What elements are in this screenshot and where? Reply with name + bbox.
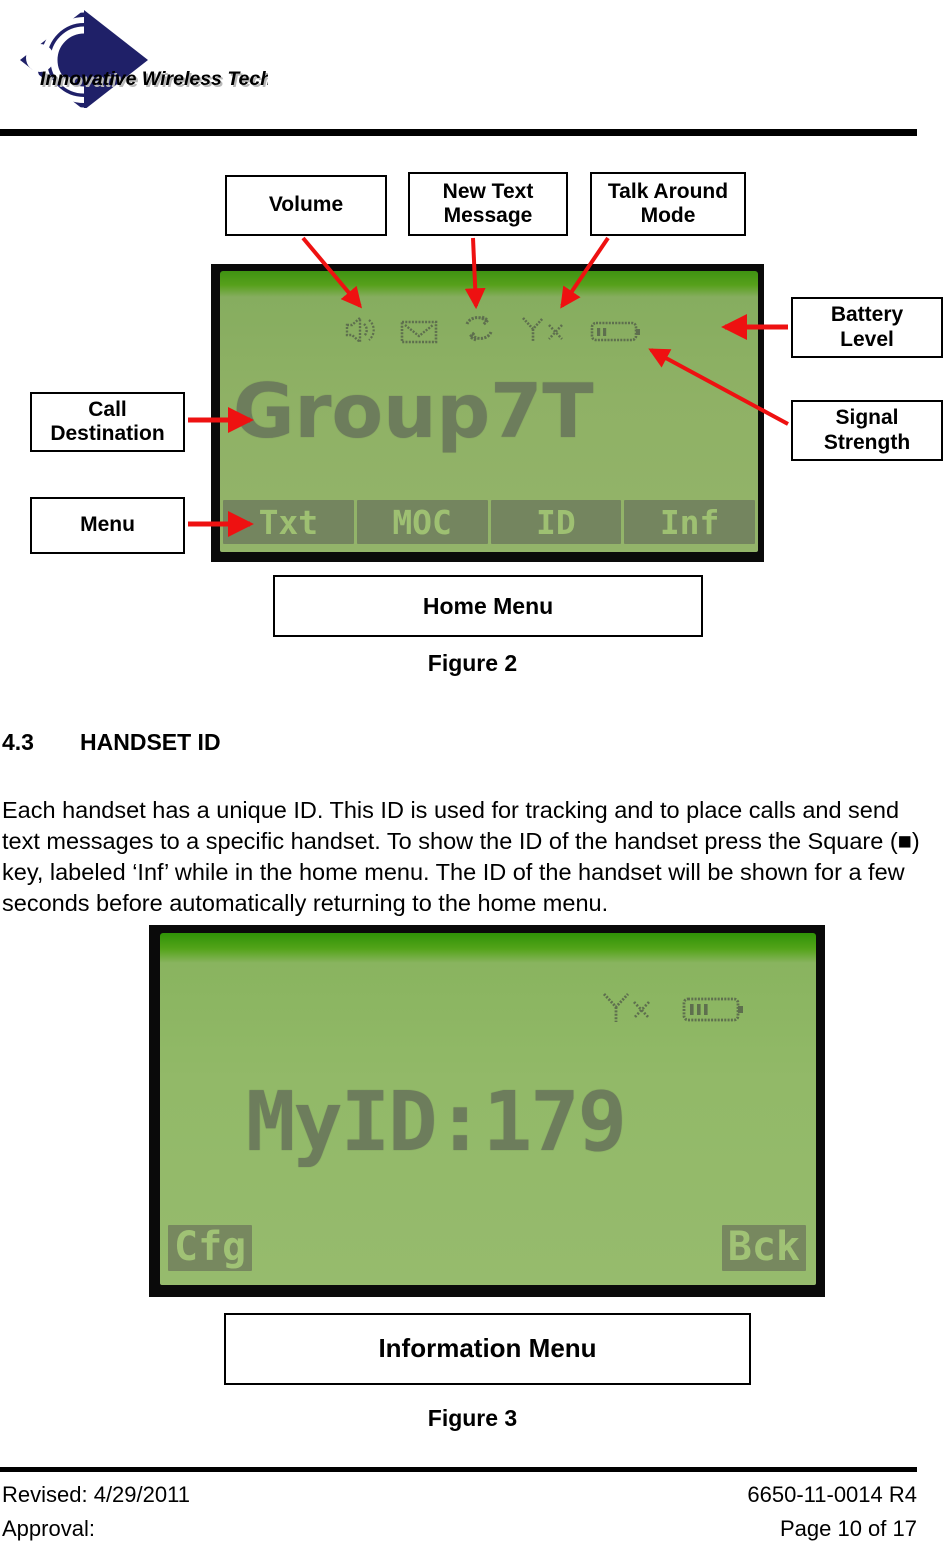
callout-signal-line1: Signal [835,406,899,430]
antenna-no-signal-icon [520,315,568,345]
handset-lcd-home-menu: Group7T Txt MOC ID Inf [211,264,764,562]
section-title: HANDSET ID [80,729,221,755]
footer-doc-number: 6650-11-0014 R4 [747,1482,917,1507]
callout-signal-line2: Strength [823,430,911,454]
callout-volume-label: Volume [268,193,344,217]
softkey-inf[interactable]: Inf [624,500,755,544]
status-icon-row-info [600,990,746,1026]
softkey-txt[interactable]: Txt [223,500,354,544]
callout-new-text-message-line1: New Text [442,179,534,203]
callout-information-menu: Information Menu [224,1313,751,1385]
callout-home-menu-label: Home Menu [422,592,554,619]
softkey-bck[interactable]: Bck [721,1225,806,1271]
section-number: 4.3 [2,729,34,755]
softkey-moc[interactable]: MOC [356,500,488,544]
company-logo: Innovative Wireless Technologies Innovat… [18,8,268,108]
callout-talk-around-line1: Talk Around [607,179,729,203]
lcd-screen-home: Group7T Txt MOC ID Inf [220,271,758,552]
handset-lcd-information-menu: MyID:179 Cfg Bck [149,925,825,1297]
footer-divider-rule [0,1467,917,1472]
callout-call-destination: Call Destination [30,392,185,452]
callout-battery-level: Battery Level [791,297,943,358]
status-icon-row-home [344,313,642,345]
lcd-main-text-info: MyID:179 [246,1075,627,1170]
callout-battery-line1: Battery [830,303,904,327]
callout-talk-around-mode: Talk Around Mode [590,172,746,236]
callout-battery-line2: Level [840,327,894,351]
callout-menu-label: Menu [80,513,135,537]
section-heading: 4.3 HANDSET ID [2,729,221,756]
battery-icon [590,319,642,345]
antenna-no-signal-icon [600,990,656,1026]
callout-call-destination-line2: Destination [50,422,165,445]
lcd-content-info: MyID:179 Cfg Bck [160,957,816,1275]
logo-wordmark: Innovative Wireless Technologies [40,68,268,90]
callout-call-destination-line1: Call [88,397,127,421]
figure3-caption: Figure 3 [427,1405,518,1431]
envelope-icon [400,319,438,345]
callout-information-menu-label: Information Menu [378,1333,597,1364]
callout-new-text-message-line2: Message [443,204,533,227]
callout-new-text-message: New Text Message [408,172,568,236]
volume-speaker-icon [344,315,378,345]
callout-signal-strength: Signal Strength [791,400,943,461]
footer-revised: Revised: 4/29/2011 [2,1482,190,1507]
softkey-id[interactable]: ID [490,500,622,544]
talk-around-arrows-icon [460,313,498,345]
lcd-softkey-bar-home: Txt MOC ID Inf [223,500,755,544]
header-divider-rule [0,129,917,136]
footer-approval: Approval: [2,1516,95,1541]
lcd-main-text-home: Group7T [233,367,594,455]
logo-graphic: Innovative Wireless Technologies Innovat… [20,8,268,108]
battery-icon [682,994,746,1026]
lcd-content-home: Group7T Txt MOC ID Inf [220,289,758,546]
callout-home-menu: Home Menu [273,575,703,637]
footer-left-block: Revised: 4/29/2011 Approval: [2,1478,190,1546]
callout-volume: Volume [225,175,387,236]
figure2-caption: Figure 2 [427,650,518,676]
softkey-cfg[interactable]: Cfg [168,1225,253,1271]
footer-page-number: Page 10 of 17 [779,1516,917,1541]
callout-menu: Menu [30,497,185,554]
footer-right-block: 6650-11-0014 R4 Page 10 of 17 [747,1478,917,1546]
lcd-screen-info: MyID:179 Cfg Bck [160,933,816,1285]
section-body-paragraph: Each handset has a unique ID. This ID is… [2,797,920,916]
callout-talk-around-line2: Mode [640,204,696,227]
